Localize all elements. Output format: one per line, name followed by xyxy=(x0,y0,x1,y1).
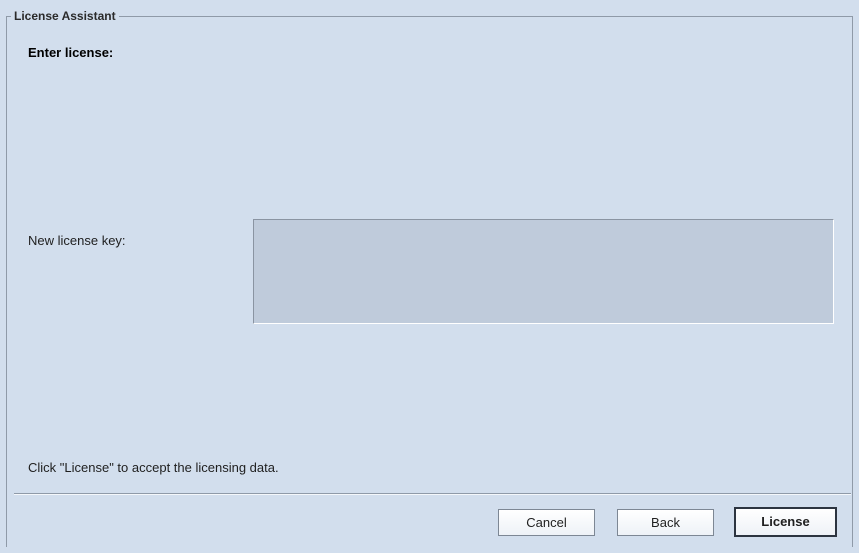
license-key-input[interactable] xyxy=(253,219,834,324)
button-separator xyxy=(14,493,851,495)
license-assistant-panel: License Assistant Enter license: New lic… xyxy=(0,0,859,553)
cancel-button[interactable]: Cancel xyxy=(498,509,595,536)
section-heading: Enter license: xyxy=(28,45,114,60)
back-button[interactable]: Back xyxy=(617,509,714,536)
dialog-title: License Assistant xyxy=(11,8,119,24)
license-key-label: New license key: xyxy=(28,233,126,248)
license-button[interactable]: License xyxy=(734,507,837,537)
hint-text: Click "License" to accept the licensing … xyxy=(28,460,279,475)
